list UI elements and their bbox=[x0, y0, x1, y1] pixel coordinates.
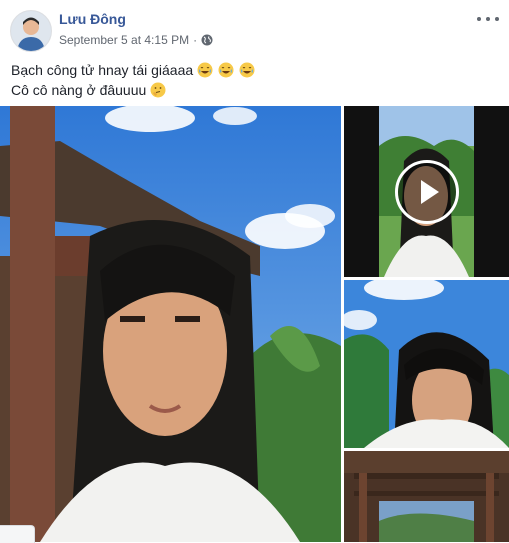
laughing-tears-emoji bbox=[239, 62, 255, 78]
more-options-icon[interactable] bbox=[477, 12, 499, 26]
author-avatar[interactable] bbox=[10, 10, 52, 52]
post-timestamp[interactable]: September 5 at 4:15 PM bbox=[59, 33, 189, 47]
laughing-tears-emoji bbox=[197, 62, 213, 78]
corner-overlay bbox=[0, 525, 35, 543]
thinking-face-emoji bbox=[150, 82, 166, 98]
post-text-line-2: Cô cô nàng ở đâuuuu bbox=[11, 80, 491, 100]
photo-b[interactable] bbox=[344, 280, 509, 448]
photo-c[interactable] bbox=[344, 451, 509, 542]
video-tile[interactable] bbox=[344, 106, 509, 277]
post-text-line-1-content: Bạch công tử hnay tái giáaaa bbox=[11, 62, 194, 78]
globe-icon[interactable] bbox=[201, 34, 213, 46]
facebook-post: Lưu Đông September 5 at 4:15 PM · Bạch c… bbox=[0, 0, 509, 543]
meta-separator: · bbox=[193, 33, 198, 47]
post-text-line-1: Bạch công tử hnay tái giáaaa bbox=[11, 60, 491, 80]
laughing-tears-emoji bbox=[218, 62, 234, 78]
post-text-line-2-content: Cô cô nàng ở đâuuuu bbox=[11, 82, 147, 98]
author-name[interactable]: Lưu Đông bbox=[59, 11, 126, 27]
post-meta: September 5 at 4:15 PM · bbox=[59, 33, 213, 47]
main-photo[interactable] bbox=[0, 106, 341, 542]
play-icon[interactable] bbox=[394, 159, 459, 224]
post-text: Bạch công tử hnay tái giáaaa Cô cô nàng … bbox=[11, 60, 491, 100]
